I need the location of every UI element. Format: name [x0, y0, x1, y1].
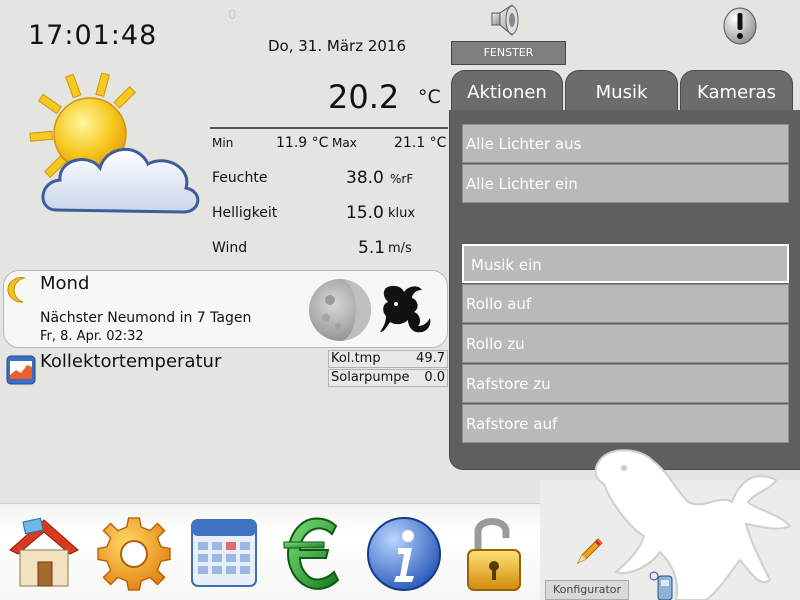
- wind-value: 5.1: [358, 238, 386, 258]
- current-date: Do, 31. März 2016: [268, 37, 407, 55]
- solar-pump-field: Solarpumpe 0.0: [328, 369, 448, 387]
- calendar-icon[interactable]: [184, 510, 264, 595]
- max-value: 21.1 °C: [394, 135, 447, 151]
- brightness-value: 15.0: [346, 203, 384, 223]
- max-label: Max: [332, 136, 357, 150]
- capricorn-zodiac-icon: [380, 285, 431, 333]
- crescent-moon-icon: [7, 277, 26, 303]
- action-shutter-down[interactable]: Rollo zu: [462, 324, 789, 363]
- tab-musik[interactable]: Musik: [565, 70, 678, 112]
- action-rafstore-up[interactable]: Rafstore auf: [462, 404, 789, 443]
- humidity-unit: %rF: [390, 172, 414, 186]
- pencil-icon[interactable]: [574, 535, 606, 567]
- humidity-value: 38.0: [346, 168, 384, 188]
- action-music-on[interactable]: Musik ein: [462, 244, 789, 283]
- min-label: Min: [212, 136, 234, 150]
- sun-cloud-icon: [29, 72, 200, 214]
- divider: [210, 127, 448, 129]
- home-icon[interactable]: [4, 510, 84, 595]
- alert-icon[interactable]: [722, 6, 758, 46]
- collector-chart-icon: [6, 355, 36, 385]
- wind-label: Wind: [212, 240, 248, 256]
- action-all-lights-off[interactable]: Alle Lichter aus: [462, 124, 789, 163]
- padlock-icon[interactable]: [454, 510, 534, 595]
- gecko-mascot-icon: [594, 449, 792, 600]
- current-temperature: 20.2: [328, 78, 400, 116]
- brightness-label: Helligkeit: [212, 205, 278, 221]
- wind-unit: m/s: [388, 241, 412, 256]
- humidity-label: Feuchte: [212, 170, 268, 186]
- speaker-icon[interactable]: [486, 2, 526, 38]
- moon-phase-icon: [309, 279, 371, 341]
- euro-icon[interactable]: [274, 510, 354, 595]
- solar-pump-value: 0.0: [424, 370, 445, 385]
- next-new-moon-date: Fr, 8. Apr. 02:32: [40, 329, 144, 344]
- collector-temp-field: Kol.tmp 49.7: [328, 350, 448, 368]
- tab-aktionen[interactable]: Aktionen: [451, 70, 563, 112]
- fenster-button[interactable]: FENSTER: [451, 41, 566, 65]
- next-new-moon: Nächster Neumond in 7 Tagen: [40, 310, 252, 326]
- info-icon[interactable]: [364, 510, 444, 595]
- status-indicator: 0: [228, 8, 237, 23]
- solar-pump-label: Solarpumpe: [331, 370, 410, 385]
- gear-icon[interactable]: [94, 510, 174, 595]
- configurator-button[interactable]: Konfigurator: [545, 580, 629, 600]
- collector-temp-label: Kol.tmp: [331, 351, 381, 366]
- tab-kameras[interactable]: Kameras: [680, 70, 793, 112]
- action-all-lights-on[interactable]: Alle Lichter ein: [462, 164, 789, 203]
- clock-time: 17:01:48: [28, 20, 158, 51]
- phone-icon[interactable]: [648, 570, 688, 600]
- min-value: 11.9 °C: [276, 135, 329, 151]
- brightness-unit: klux: [388, 206, 416, 221]
- action-rafstore-down[interactable]: Rafstore zu: [462, 364, 789, 403]
- collector-temp-value: 49.7: [416, 351, 445, 366]
- moon-title: Mond: [40, 273, 90, 294]
- temperature-unit: °C: [418, 86, 441, 108]
- collector-title: Kollektortemperatur: [40, 351, 222, 372]
- action-shutter-up[interactable]: Rollo auf: [462, 284, 789, 323]
